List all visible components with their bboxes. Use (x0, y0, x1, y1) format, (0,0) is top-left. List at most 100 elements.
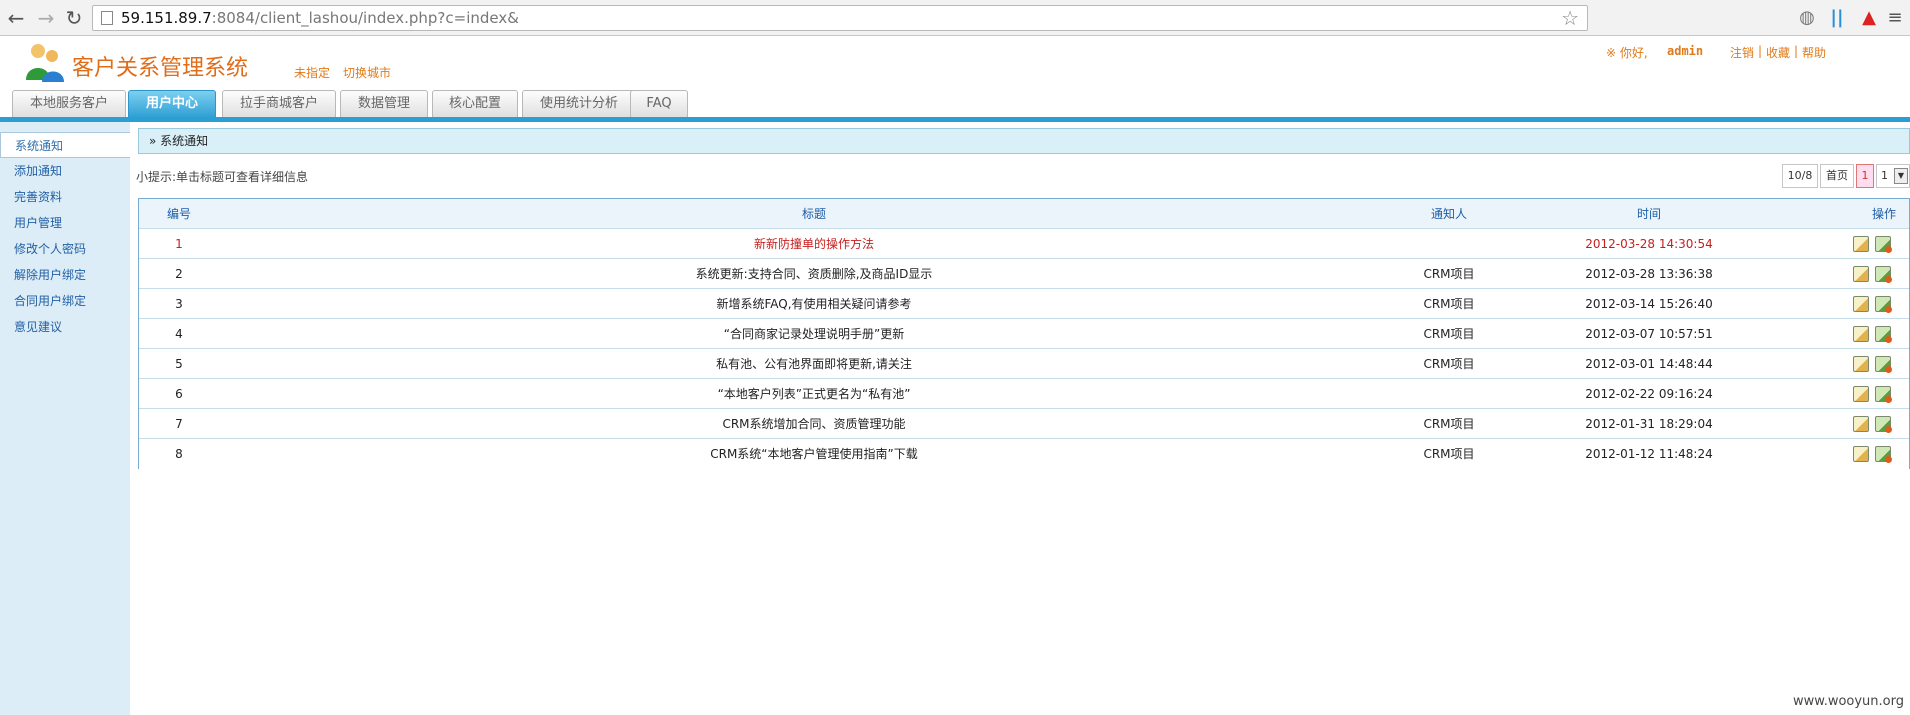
cell-id: 2 (175, 267, 183, 281)
notice-title-link[interactable]: “合同商家记录处理说明手册”更新 (219, 319, 1409, 349)
help-link[interactable]: 帮助 (1802, 44, 1826, 61)
switch-city-link[interactable]: 切换城市 (343, 64, 391, 81)
delete-icon[interactable] (1875, 416, 1892, 433)
cell-author: CRM项目 (1423, 447, 1475, 461)
table-row: 7 CRM系统增加合同、资质管理功能 CRM项目 2012-01-31 18:29:0… (139, 409, 1909, 439)
back-arrow-icon[interactable]: ← (4, 6, 28, 30)
edit-icon[interactable] (1853, 266, 1869, 282)
sidebar-item-user-management[interactable]: 用户管理 (0, 210, 130, 236)
edit-icon[interactable] (1853, 296, 1869, 312)
delete-icon[interactable] (1875, 446, 1892, 463)
tip-text: 小提示:单击标题可查看详细信息 (136, 170, 309, 184)
table-row: 8 CRM系统“本地客户管理使用指南”下载 CRM项目 2012-01-12 11:4… (139, 439, 1909, 469)
cell-time: 2012-03-28 14:30:54 (1585, 237, 1713, 251)
tab-lashou-mall-customers[interactable]: 拉手商城客户 (222, 90, 336, 118)
first-page-link[interactable]: 首页 (1820, 164, 1854, 188)
delete-icon[interactable] (1875, 326, 1892, 343)
notice-title-link[interactable]: CRM系统“本地客户管理使用指南”下载 (219, 439, 1409, 469)
notice-title-link[interactable]: “本地客户列表”正式更名为“私有池” (219, 379, 1409, 409)
table-row: 2 系统更新:支持合同、资质删除,及商品ID显示 CRM项目 2012-03-28 1… (139, 259, 1909, 289)
bookmark-star-icon[interactable]: ☆ (1561, 6, 1579, 30)
reload-icon[interactable]: ↻ (62, 6, 86, 30)
table-row: 5 私有池、公有池界面即将更新,请关注 CRM项目 2012-03-01 14:48:… (139, 349, 1909, 379)
sidebar-item-add-notice[interactable]: 添加通知 (0, 158, 130, 184)
notice-title-link[interactable]: 新增系统FAQ,有使用相关疑问请参考 (219, 289, 1409, 319)
logout-link[interactable]: 注销 (1730, 44, 1754, 61)
tab-data-management[interactable]: 数据管理 (340, 90, 428, 118)
table-row: 3 新增系统FAQ,有使用相关疑问请参考 CRM项目 2012-03-14 15:26… (139, 289, 1909, 319)
edit-icon[interactable] (1853, 236, 1869, 252)
cell-id: 7 (175, 417, 183, 431)
current-page[interactable]: 1 (1856, 164, 1874, 188)
delete-icon[interactable] (1875, 266, 1892, 283)
app-logo-icon (22, 42, 66, 84)
cell-author (1349, 229, 1549, 259)
page-icon (101, 11, 113, 25)
username: admin (1667, 44, 1704, 58)
edit-icon[interactable] (1853, 356, 1869, 372)
notice-title-link[interactable]: 新新防撞单的操作方法 (219, 229, 1409, 259)
table-row: 4 “合同商家记录处理说明手册”更新 CRM项目 2012-03-07 10:57:5… (139, 319, 1909, 349)
notice-title-link[interactable]: 系统更新:支持合同、资质删除,及商品ID显示 (219, 259, 1409, 289)
delete-icon[interactable] (1875, 386, 1892, 403)
sidebar-item-feedback[interactable]: 意见建议 (0, 314, 130, 340)
cell-time: 2012-03-01 14:48:44 (1585, 357, 1713, 371)
notice-title-link[interactable]: CRM系统增加合同、资质管理功能 (219, 409, 1409, 439)
delete-icon[interactable] (1875, 236, 1892, 253)
cell-author (1349, 379, 1549, 409)
tab-local-service-customers[interactable]: 本地服务客户 (12, 90, 126, 118)
tab-usage-statistics[interactable]: 使用统计分析 (522, 90, 636, 118)
table-header: 编号 标题 通知人 时间 操作 (139, 199, 1909, 229)
cell-author: CRM项目 (1423, 267, 1475, 281)
extension-bars-icon[interactable]: || (1826, 7, 1848, 29)
notice-table: 编号 标题 通知人 时间 操作 1 新新防撞单的操作方法 2012-03-28 14… (138, 198, 1910, 469)
column-header-author: 通知人 (1430, 207, 1467, 221)
tab-user-center[interactable]: 用户中心 (128, 90, 216, 118)
notice-title-link[interactable]: 私有池、公有池界面即将更新,请关注 (219, 349, 1409, 379)
tab-faq[interactable]: FAQ (630, 90, 688, 118)
sidebar-item-unbind-user[interactable]: 解除用户绑定 (0, 262, 130, 288)
delete-icon[interactable] (1875, 356, 1892, 373)
delete-icon[interactable] (1875, 296, 1892, 313)
divider: | (1758, 44, 1763, 58)
extension-globe-icon[interactable]: ◍ (1796, 7, 1818, 29)
cell-author: CRM项目 (1423, 297, 1475, 311)
cell-id: 3 (175, 297, 183, 311)
cell-time: 2012-01-12 11:48:24 (1585, 447, 1713, 461)
edit-icon[interactable] (1853, 386, 1869, 402)
cell-id: 4 (175, 327, 183, 341)
favorite-link[interactable]: 收藏 (1766, 44, 1790, 61)
column-header-time: 时间 (1636, 207, 1661, 221)
page-select[interactable]: 1 ▼ (1876, 164, 1910, 188)
address-bar[interactable]: 59.151.89.7:8084/client_lashou/index.php… (92, 5, 1588, 31)
cell-time: 2012-02-22 09:16:24 (1585, 387, 1713, 401)
current-city: 未指定 (294, 66, 331, 80)
url-text: 59.151.89.7:8084/client_lashou/index.php… (121, 9, 519, 27)
cell-author: CRM项目 (1423, 357, 1475, 371)
breadcrumb: » 系统通知 (138, 128, 1910, 154)
forward-arrow-icon[interactable]: → (34, 6, 58, 30)
sidebar-item-change-password[interactable]: 修改个人密码 (0, 236, 130, 262)
table-row: 1 新新防撞单的操作方法 2012-03-28 14:30:54 (139, 229, 1909, 259)
cell-id: 8 (175, 447, 183, 461)
edit-icon[interactable] (1853, 446, 1869, 462)
page-count: 10/8 (1782, 164, 1818, 188)
column-header-id: 编号 (166, 207, 191, 221)
tab-core-config[interactable]: 核心配置 (432, 90, 518, 118)
cell-time: 2012-03-07 10:57:51 (1585, 327, 1713, 341)
sidebar: 系统通知 添加通知 完善资料 用户管理 修改个人密码 解除用户绑定 合同用户绑定… (0, 122, 130, 715)
cell-time: 2012-01-31 18:29:04 (1585, 417, 1713, 431)
sidebar-item-complete-profile[interactable]: 完善资料 (0, 184, 130, 210)
sidebar-item-system-notice[interactable]: 系统通知 (0, 132, 130, 158)
extension-warning-icon[interactable]: ▲ (1858, 7, 1880, 29)
app-title: 客户关系管理系统 (72, 56, 249, 81)
tab-underline (0, 117, 1910, 122)
divider: | (1794, 44, 1799, 58)
sidebar-item-contract-user-bind[interactable]: 合同用户绑定 (0, 288, 130, 314)
menu-icon[interactable]: ≡ (1884, 7, 1906, 29)
edit-icon[interactable] (1853, 326, 1869, 342)
column-header-actions: 操作 (1871, 207, 1896, 221)
edit-icon[interactable] (1853, 416, 1869, 432)
cell-time: 2012-03-14 15:26:40 (1585, 297, 1713, 311)
cell-id: 5 (175, 357, 183, 371)
